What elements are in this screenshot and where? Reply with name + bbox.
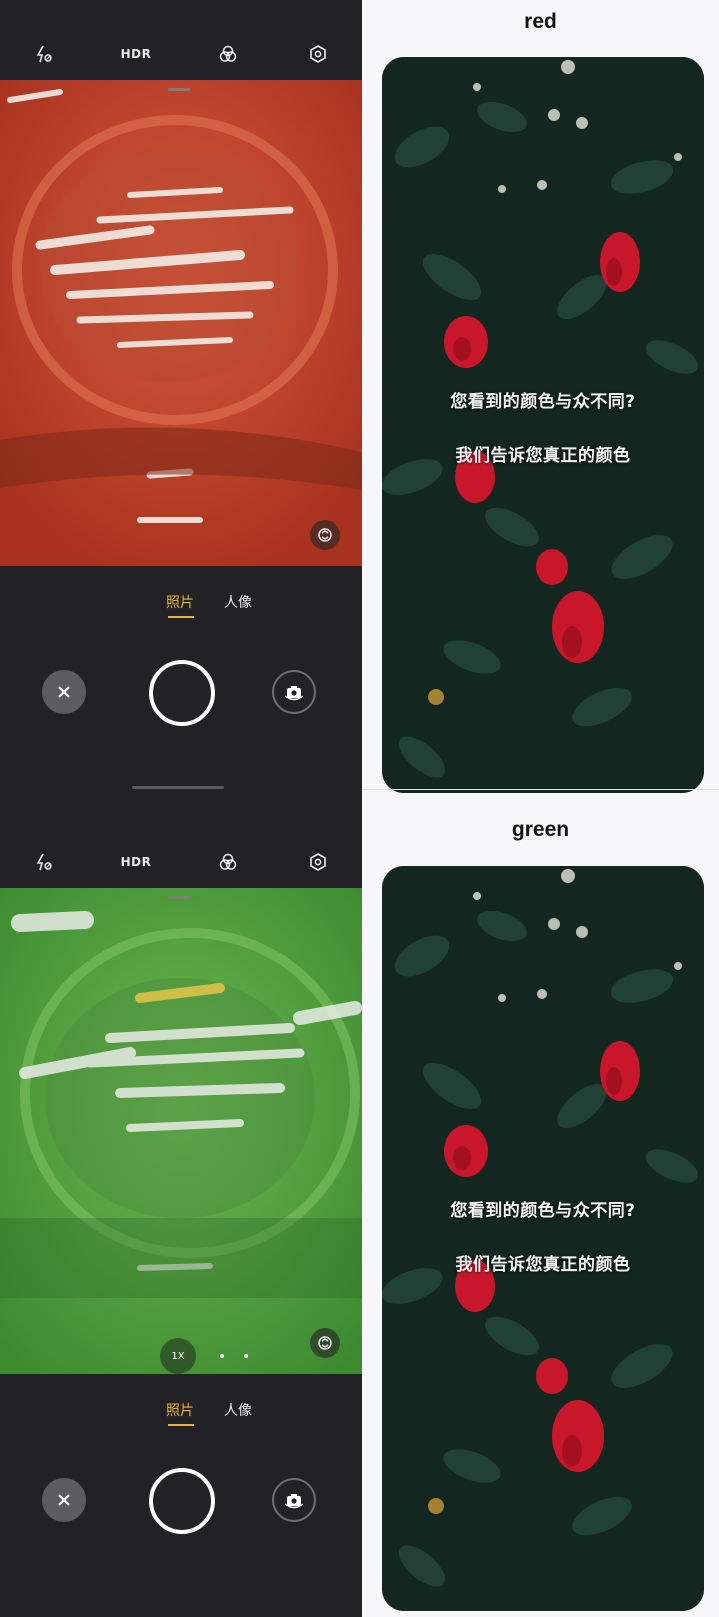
card-text-line-2: 我们告诉您真正的颜色 — [455, 446, 631, 466]
mode-portrait[interactable]: 人像 — [224, 1400, 252, 1420]
switch-lens-icon[interactable] — [310, 520, 340, 550]
mode-active-indicator — [168, 1424, 194, 1426]
drawer-handle[interactable] — [168, 88, 190, 91]
camera-screen-green: HDR 1X 照片 人像 — [0, 808, 362, 1617]
shutter-button[interactable] — [149, 660, 215, 726]
mode-selector: 照片 人像 — [0, 588, 362, 628]
shutter-button[interactable] — [149, 1468, 215, 1534]
drawer-handle[interactable] — [168, 896, 190, 899]
settings-icon[interactable] — [304, 848, 332, 876]
camera-screen-red: HDR 照片 人像 — [0, 0, 362, 808]
panel-green: green 您看到的颜色与众不同? 我们告诉您真正的颜色 — [362, 808, 719, 1617]
hdr-toggle[interactable]: HDR — [116, 40, 156, 68]
panel-separator — [362, 789, 719, 790]
card-text-line-2: 我们告诉您真正的颜色 — [455, 1255, 631, 1275]
close-button[interactable] — [42, 670, 86, 714]
mode-active-indicator — [168, 616, 194, 618]
switch-lens-icon[interactable] — [310, 1328, 340, 1358]
rose-photo — [382, 57, 704, 793]
panel-title: red — [524, 10, 557, 33]
mode-photo[interactable]: 照片 — [166, 1400, 194, 1420]
panel-title: green — [511, 818, 570, 841]
flip-camera-icon — [284, 686, 304, 701]
rose-card: 您看到的颜色与众不同? 我们告诉您真正的颜色 — [382, 57, 704, 793]
flash-auto-icon[interactable] — [30, 40, 58, 68]
flip-camera-icon — [284, 1494, 304, 1509]
mode-selector: 照片 人像 — [0, 1396, 362, 1436]
panel-red: red 您看到的颜色与众不同? 我们告诉您真正的颜色 — [362, 0, 719, 808]
zoom-dot-5x[interactable] — [244, 1354, 248, 1358]
flip-camera-button[interactable] — [272, 1478, 316, 1522]
camera-toolbar: HDR — [0, 808, 362, 888]
viewfinder-red[interactable] — [0, 80, 362, 566]
zoom-level-button[interactable]: 1X — [160, 1338, 196, 1374]
close-icon — [58, 686, 70, 698]
close-button[interactable] — [42, 1478, 86, 1522]
mode-portrait[interactable]: 人像 — [224, 592, 252, 612]
rose-photo — [382, 866, 704, 1611]
flash-auto-icon[interactable] — [30, 848, 58, 876]
settings-icon[interactable] — [304, 40, 332, 68]
filter-icon[interactable] — [214, 848, 242, 876]
card-text-line-1: 您看到的颜色与众不同? — [450, 392, 636, 412]
zoom-dot-2x[interactable] — [220, 1354, 224, 1358]
rose-card: 您看到的颜色与众不同? 我们告诉您真正的颜色 — [382, 866, 704, 1611]
camera-toolbar: HDR — [0, 0, 362, 80]
hdr-toggle[interactable]: HDR — [116, 848, 156, 876]
screen-divider — [132, 786, 224, 789]
filter-icon[interactable] — [214, 40, 242, 68]
viewfinder-green[interactable]: 1X — [0, 888, 362, 1374]
card-text-line-1: 您看到的颜色与众不同? — [450, 1201, 636, 1221]
flip-camera-button[interactable] — [272, 670, 316, 714]
mode-photo[interactable]: 照片 — [166, 592, 194, 612]
close-icon — [58, 1494, 70, 1506]
